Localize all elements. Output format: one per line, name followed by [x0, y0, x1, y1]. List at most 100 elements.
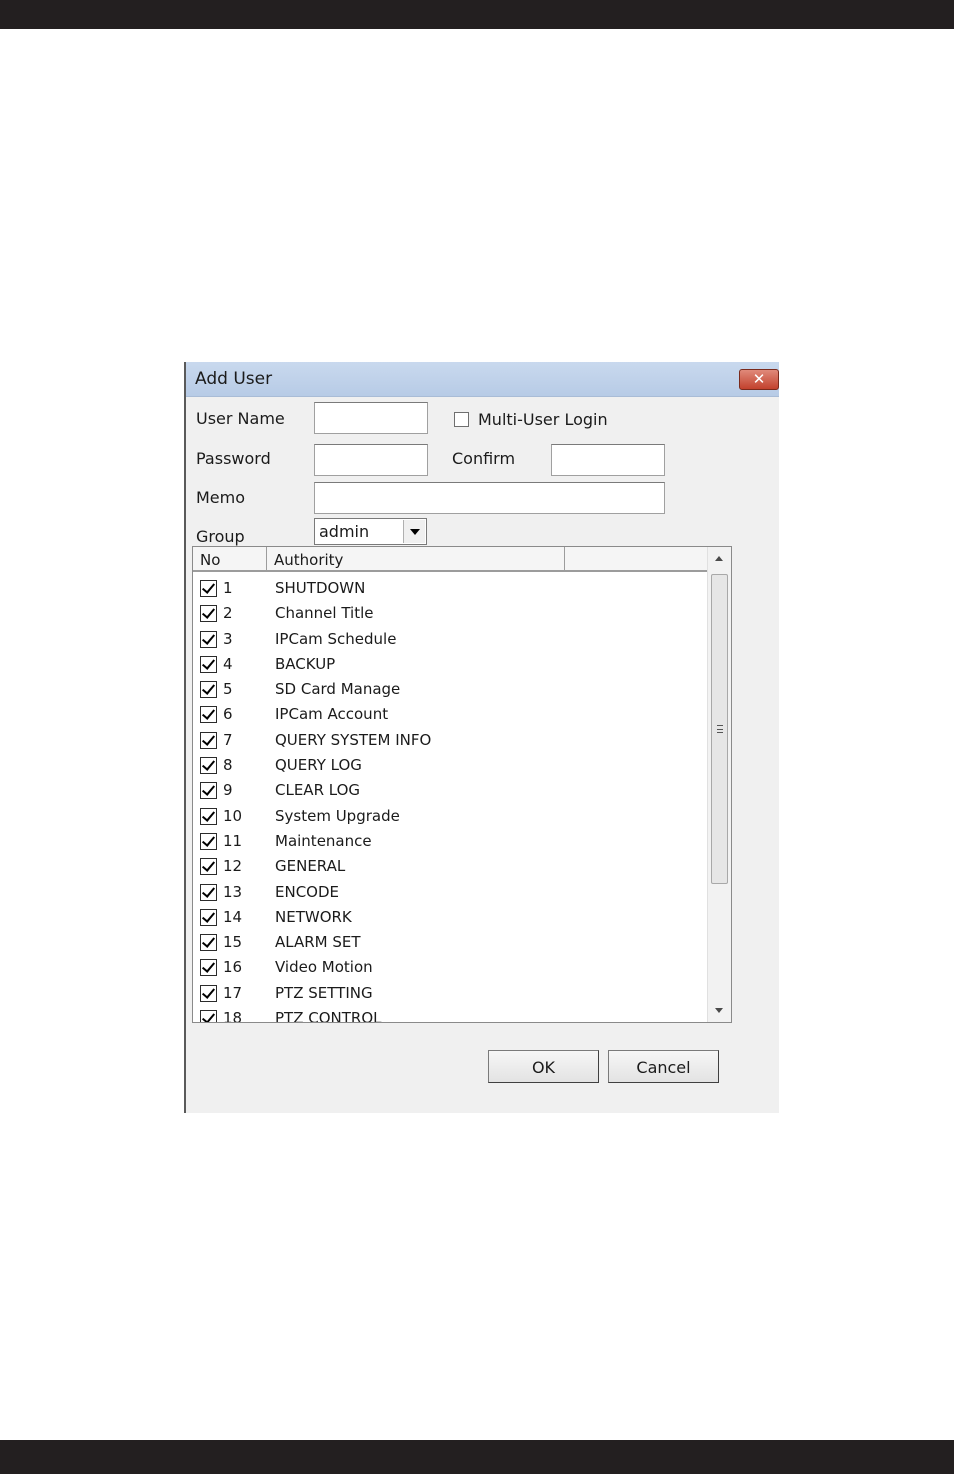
authority-checkbox[interactable] [200, 1010, 217, 1022]
authority-name: System Upgrade [275, 806, 400, 825]
chevron-down-icon[interactable] [403, 520, 425, 543]
ok-button[interactable]: OK [488, 1050, 599, 1083]
group-selected-value: admin [319, 522, 370, 541]
authority-checkbox[interactable] [200, 934, 217, 952]
authority-checkbox[interactable] [200, 858, 217, 876]
authority-checkbox[interactable] [200, 908, 217, 926]
list-item[interactable]: 13 ENCODE [193, 881, 707, 906]
checkmark-icon [201, 833, 216, 847]
dialog-title: Add User [195, 369, 273, 389]
checkmark-icon [201, 782, 216, 797]
password-label: Password [196, 449, 271, 468]
list-item[interactable]: 17 PTZ SETTING [193, 982, 707, 1007]
authority-name: CLEAR LOG [275, 781, 361, 800]
row-number: 16 [223, 958, 243, 977]
list-item[interactable]: 5 SD Card Manage [193, 678, 707, 703]
password-input[interactable] [314, 444, 428, 476]
checkmark-icon [201, 959, 216, 974]
checkmark-icon [201, 731, 216, 746]
authority-rows: 1 SHUTDOWN 2 Channel Title 3 IPCam Schedule 4 B… [193, 577, 707, 1023]
row-number: 18 [223, 1009, 243, 1023]
checkmark-icon [201, 681, 216, 696]
memo-label: Memo [196, 488, 246, 507]
row-number: 15 [223, 933, 243, 952]
authority-checkbox[interactable] [200, 984, 217, 1002]
authority-name: Maintenance [275, 831, 372, 850]
user-name-input[interactable] [314, 402, 428, 434]
page-bottom-band [0, 1440, 954, 1474]
list-item[interactable]: 10 System Upgrade [193, 805, 707, 830]
row-number: 2 [223, 604, 233, 623]
row-number: 4 [223, 654, 233, 673]
list-item[interactable]: 14 NETWORK [193, 906, 707, 931]
row-number: 17 [223, 983, 243, 1002]
close-button[interactable]: ✕ [739, 369, 779, 390]
row-number: 7 [223, 730, 233, 749]
group-select[interactable]: admin [314, 518, 427, 545]
authority-checkbox[interactable] [200, 681, 217, 699]
row-number: 10 [223, 806, 243, 825]
authority-checkbox[interactable] [200, 605, 217, 623]
column-header-empty[interactable] [565, 547, 707, 570]
list-item[interactable]: 9 CLEAR LOG [193, 779, 707, 804]
authority-name: Video Motion [275, 958, 373, 977]
checkmark-icon [201, 807, 216, 822]
authority-name: SD Card Manage [275, 680, 401, 699]
list-item[interactable]: 2 Channel Title [193, 602, 707, 627]
checkmark-icon [201, 757, 216, 771]
checkmark-icon [201, 1010, 216, 1022]
row-number: 6 [223, 705, 233, 724]
authority-checkbox[interactable] [200, 959, 217, 977]
row-number: 12 [223, 857, 243, 876]
authority-checkbox[interactable] [200, 883, 217, 901]
multi-user-login-checkbox[interactable] [454, 412, 469, 427]
authority-checkbox[interactable] [200, 706, 217, 724]
page-top-band [0, 0, 954, 29]
list-item[interactable]: 15 ALARM SET [193, 931, 707, 956]
memo-input[interactable] [314, 482, 665, 514]
list-item[interactable]: 1 SHUTDOWN [193, 577, 707, 602]
grip-icon [717, 725, 723, 733]
checkmark-icon [201, 706, 216, 721]
authority-checkbox[interactable] [200, 655, 217, 673]
authority-name: ALARM SET [275, 933, 361, 952]
authority-name: BACKUP [275, 654, 336, 673]
list-header: No Authority [193, 547, 707, 572]
authority-checkbox[interactable] [200, 832, 217, 850]
authority-list: No Authority 1 SHUTDOWN 2 Channel Title 3 IPC… [192, 546, 732, 1023]
column-header-authority[interactable]: Authority [267, 547, 565, 570]
vertical-scrollbar[interactable] [707, 547, 731, 1022]
checkmark-icon [201, 883, 216, 898]
checkmark-icon [201, 605, 216, 620]
list-item[interactable]: 7 QUERY SYSTEM INFO [193, 729, 707, 754]
authority-name: GENERAL [275, 857, 346, 876]
authority-checkbox[interactable] [200, 630, 217, 648]
row-number: 1 [223, 579, 233, 597]
row-number: 14 [223, 907, 243, 926]
checkmark-icon [201, 984, 216, 999]
scroll-down-icon[interactable] [708, 1000, 731, 1022]
authority-checkbox[interactable] [200, 782, 217, 800]
scroll-up-icon[interactable] [708, 547, 731, 569]
authority-name: QUERY SYSTEM INFO [275, 730, 432, 749]
list-item[interactable]: 3 IPCam Schedule [193, 628, 707, 653]
list-item[interactable]: 12 GENERAL [193, 855, 707, 880]
list-item[interactable]: 18 PTZ CONTROL [193, 1007, 707, 1023]
cancel-button[interactable]: Cancel [608, 1050, 719, 1083]
list-item[interactable]: 16 Video Motion [193, 956, 707, 981]
authority-checkbox[interactable] [200, 807, 217, 825]
list-item[interactable]: 6 IPCam Account [193, 703, 707, 728]
multi-user-login-label: Multi-User Login [478, 410, 608, 429]
authority-checkbox[interactable] [200, 757, 217, 775]
confirm-input[interactable] [551, 444, 665, 476]
authority-checkbox[interactable] [200, 580, 217, 597]
authority-checkbox[interactable] [200, 731, 217, 749]
list-item[interactable]: 8 QUERY LOG [193, 754, 707, 779]
scrollbar-thumb[interactable] [711, 574, 728, 884]
column-header-no[interactable]: No [193, 547, 267, 570]
checkmark-icon [201, 580, 216, 594]
group-label: Group [196, 527, 245, 546]
list-item[interactable]: 4 BACKUP [193, 653, 707, 678]
list-item[interactable]: 11 Maintenance [193, 830, 707, 855]
row-number: 9 [223, 781, 233, 800]
